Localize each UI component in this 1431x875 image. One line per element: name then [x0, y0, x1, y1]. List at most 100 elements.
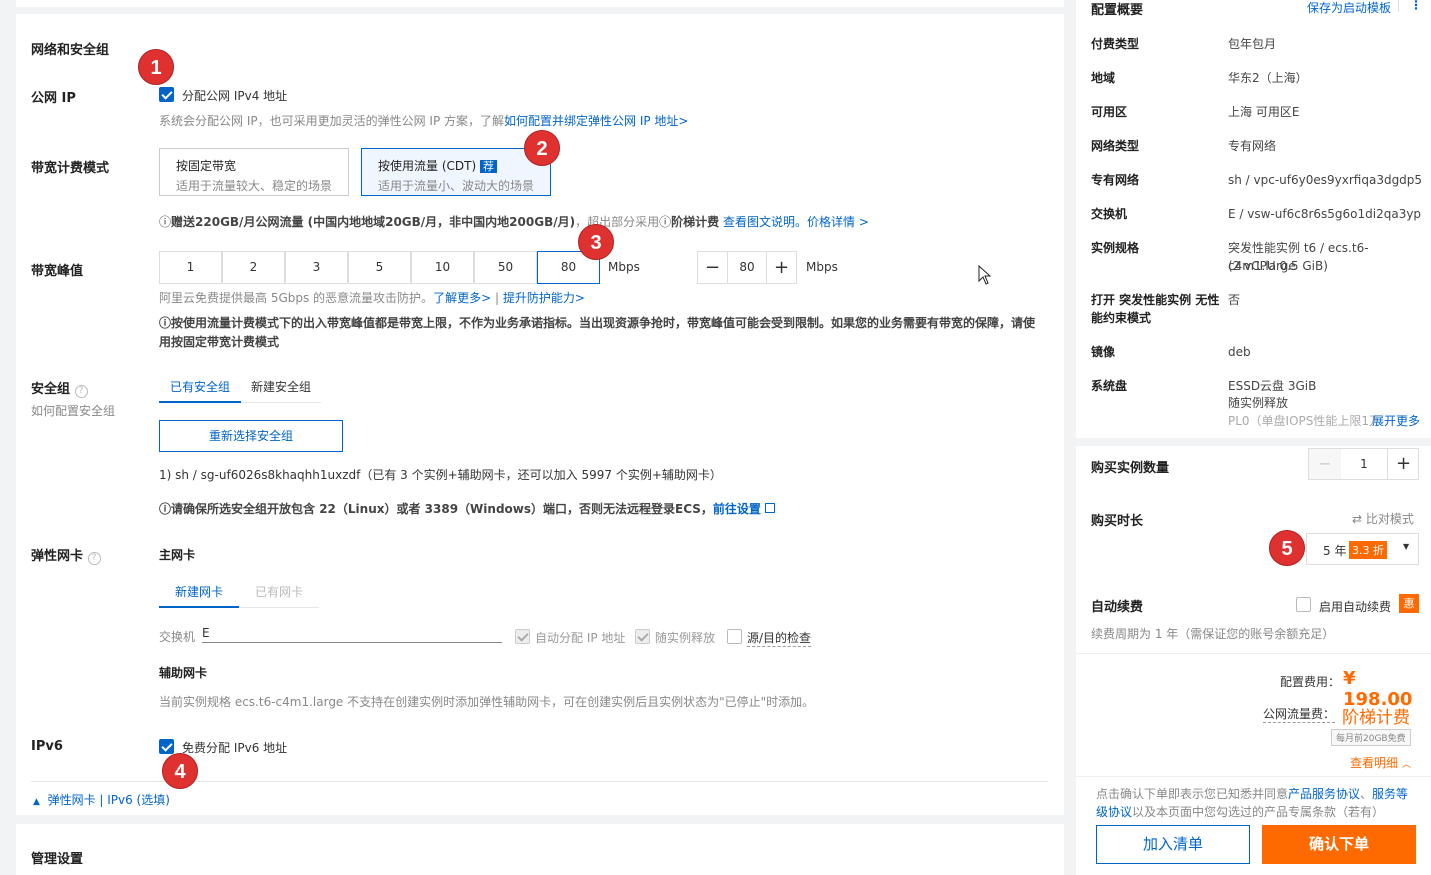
qty-value[interactable]: 1 — [1341, 449, 1387, 479]
agree-pre: 点击确认下单即表示您已知悉并同意 — [1096, 787, 1289, 801]
info-icon-2: ⓘ — [659, 215, 672, 229]
help-icon[interactable]: ? — [74, 385, 88, 398]
collapse-toggle[interactable]: ▲ 弹性网卡 | IPv6 (选填) — [33, 791, 170, 808]
compare-mode-label: 比对模式 — [1365, 512, 1414, 526]
summary-value-2: 随实例释放 — [1228, 396, 1289, 410]
public-ip-checkbox[interactable] — [159, 87, 174, 102]
public-ip-link[interactable]: 如何配置并绑定弹性公网 IP 地址> — [504, 114, 688, 128]
peak-link2[interactable]: 提升防护能力> — [503, 291, 585, 305]
eni-aux-title: 辅助网卡 — [159, 666, 208, 680]
qty-plus-icon[interactable]: + — [1387, 449, 1419, 479]
ipv6-checkbox[interactable] — [159, 739, 174, 754]
billing-fixed-desc: 适用于流量较大、稳定的场景 — [176, 179, 333, 193]
public-ip-hint-text: 系统会分配公网 IP，也可采用更加灵活的弹性公网 IP 方案，了解 — [159, 114, 504, 128]
reselect-sg-button[interactable]: 重新选择安全组 — [159, 420, 343, 452]
eni-switch-select[interactable]: E — [202, 626, 502, 643]
billing-traffic-title: 按使用流量 (CDT) — [378, 159, 477, 173]
agree-sep: 、 — [1360, 787, 1373, 801]
add-cart-button[interactable]: 加入清单 — [1096, 825, 1250, 864]
show-more-link[interactable]: 展开更多 — [1372, 412, 1420, 429]
sg-help[interactable]: 如何配置安全组 — [31, 402, 115, 419]
tab-existing-sg[interactable]: 已有安全组 — [159, 372, 241, 403]
summary-value-2: (2 vCPU 0.5 GiB) — [1228, 259, 1328, 273]
duration-value: 5 年 — [1323, 544, 1347, 558]
src-check-checkbox[interactable] — [727, 629, 742, 644]
peak-stepper: − 80 + — [697, 251, 797, 284]
summary-value: 专有网络 — [1228, 139, 1277, 153]
summary-value: sh / vpc-uf6y0es9yxrfiqa3dgdp5 — [1228, 173, 1423, 187]
summary-key: 地域 — [1091, 71, 1116, 85]
peak-option-5[interactable]: 5 — [348, 251, 411, 284]
auto-ip-label: 自动分配 IP 地址 — [535, 631, 626, 645]
duration-select[interactable]: 5 年 3.3 折 ▼ — [1306, 533, 1419, 565]
eni-primary: 主网卡 — [159, 548, 196, 562]
compare-mode-toggle[interactable]: ⇄ 比对模式 — [1352, 510, 1414, 527]
annotation-marker-5: 5 — [1269, 530, 1305, 566]
summary-key: 专有网络 — [1091, 173, 1140, 187]
billing-note-tier: 阶梯计费 — [671, 215, 720, 229]
purchase-divider — [1076, 653, 1431, 654]
tab-existing-eni: 已有网卡 — [239, 577, 319, 608]
auto-renew-checkbox[interactable] — [1296, 597, 1311, 612]
tab-new-sg[interactable]: 新建安全组 — [241, 372, 321, 403]
peak-option-3[interactable]: 3 — [285, 251, 348, 284]
annotation-marker-1: 1 — [138, 49, 174, 85]
auto-ip-checkbox — [515, 629, 530, 644]
confirm-order-button[interactable]: 确认下单 — [1262, 825, 1416, 864]
tab-new-eni[interactable]: 新建网卡 — [159, 577, 239, 608]
save-template-link[interactable]: 保存为启动模板 — [1307, 0, 1391, 16]
summary-key: 打开 突发性能实例 无性 — [1091, 293, 1220, 307]
billing-note: ⓘ 赠送220GB/月公网流量 (中国内地地域20GB/月，非中国内地200GB/… — [159, 213, 869, 230]
external-link-icon[interactable] — [765, 503, 776, 513]
annotation-marker-4: 4 — [162, 753, 198, 789]
qty-label: 购买实例数量 — [1091, 461, 1170, 476]
more-icon[interactable]: ⋮ — [1410, 0, 1422, 12]
traffic-value: 阶梯计费 — [1342, 708, 1410, 728]
mgmt-title: 管理设置 — [31, 852, 84, 867]
billing-fixed-title: 按固定带宽 — [176, 159, 237, 173]
minus-icon[interactable]: − — [698, 252, 728, 283]
summary-key-2: 能约束模式 — [1091, 311, 1152, 325]
peak-option-10[interactable]: 10 — [411, 251, 474, 284]
mouse-cursor-icon — [978, 264, 992, 288]
sg-selected: 1) sh / sg-uf6026s8khaqhh1uxzdf（已有 3 个实例… — [159, 468, 722, 482]
help-icon-2[interactable]: ? — [87, 552, 101, 565]
summary-key: 实例规格 — [1091, 241, 1140, 255]
peak-link1[interactable]: 了解更多> — [433, 291, 491, 305]
info-icon-4: ⓘ — [159, 502, 172, 516]
sg-warning-text: 请确保所选安全组开放包含 22（Linux）或者 3389（Windows）端口… — [171, 502, 713, 516]
peak-option-2[interactable]: 2 — [222, 251, 285, 284]
summary-divider-icon — [1398, 0, 1399, 12]
peak-hint: 阿里云免费提供最高 5Gbps 的恶意流量攻击防护。了解更多> | 提升防护能力… — [159, 289, 585, 306]
traffic-label: 公网流量费： — [1263, 707, 1336, 723]
summary-key: 系统盘 — [1091, 379, 1128, 393]
billing-note-link1[interactable]: 查看图文说明 — [723, 215, 795, 229]
sg-warning-link[interactable]: 前往设置 — [713, 502, 761, 516]
eni-label: 弹性网卡 ? — [31, 545, 101, 565]
eni-aux-note: 当前实例规格 ecs.t6-c4m1.large 不支持在创建实例时添加弹性辅助… — [159, 695, 815, 709]
info-icon-3: ⓘ — [159, 316, 172, 330]
traffic-tag: 每月前20GB免费 — [1331, 729, 1411, 746]
billing-note-link2[interactable]: 价格详情 > — [807, 215, 869, 229]
auto-renew-checkbox-label: 启用自动续费 — [1319, 600, 1392, 614]
agree-link1[interactable]: 产品服务协议 — [1288, 787, 1360, 801]
caret-up-small-icon: ︿ — [1401, 760, 1411, 770]
peak-option-1[interactable]: 1 — [159, 251, 222, 284]
sg-label: 安全组 ? — [31, 378, 88, 398]
billing-traffic-desc: 适用于流量小、波动大的场景 — [378, 179, 535, 193]
sg-warning: ⓘ请确保所选安全组开放包含 22（Linux）或者 3389（Windows）端… — [159, 500, 776, 517]
summary-value: E / vsw-uf6c8r6s5g6o1di2qa3yp — [1228, 207, 1422, 221]
peak-option-50[interactable]: 50 — [474, 251, 537, 284]
summary-value: deb — [1228, 345, 1251, 359]
mgmt-card — [16, 824, 1064, 875]
caret-up-icon: ▲ — [33, 797, 40, 807]
src-check-label: 源/目的检查 — [747, 631, 812, 647]
peak-value[interactable]: 80 — [728, 252, 766, 283]
plus-icon[interactable]: + — [766, 252, 796, 283]
billing-traffic-option[interactable]: 按使用流量 (CDT) 荐 适用于流量小、波动大的场景 — [361, 148, 551, 196]
peak-note: ⓘ按使用流量计费模式下的出入带宽峰值都是带宽上限，不作为业务承诺指标。当出现资源… — [159, 314, 1039, 352]
details-link[interactable]: 查看明细 ︿ — [1350, 754, 1411, 771]
billing-note-bold: 赠送220GB/月公网流量 (中国内地地域20GB/月，非中国内地200GB/月… — [171, 215, 576, 229]
peak-hint-text: 阿里云免费提供最高 5Gbps 的恶意流量攻击防护。 — [159, 291, 434, 305]
billing-fixed-option[interactable]: 按固定带宽 适用于流量较大、稳定的场景 — [159, 148, 349, 196]
